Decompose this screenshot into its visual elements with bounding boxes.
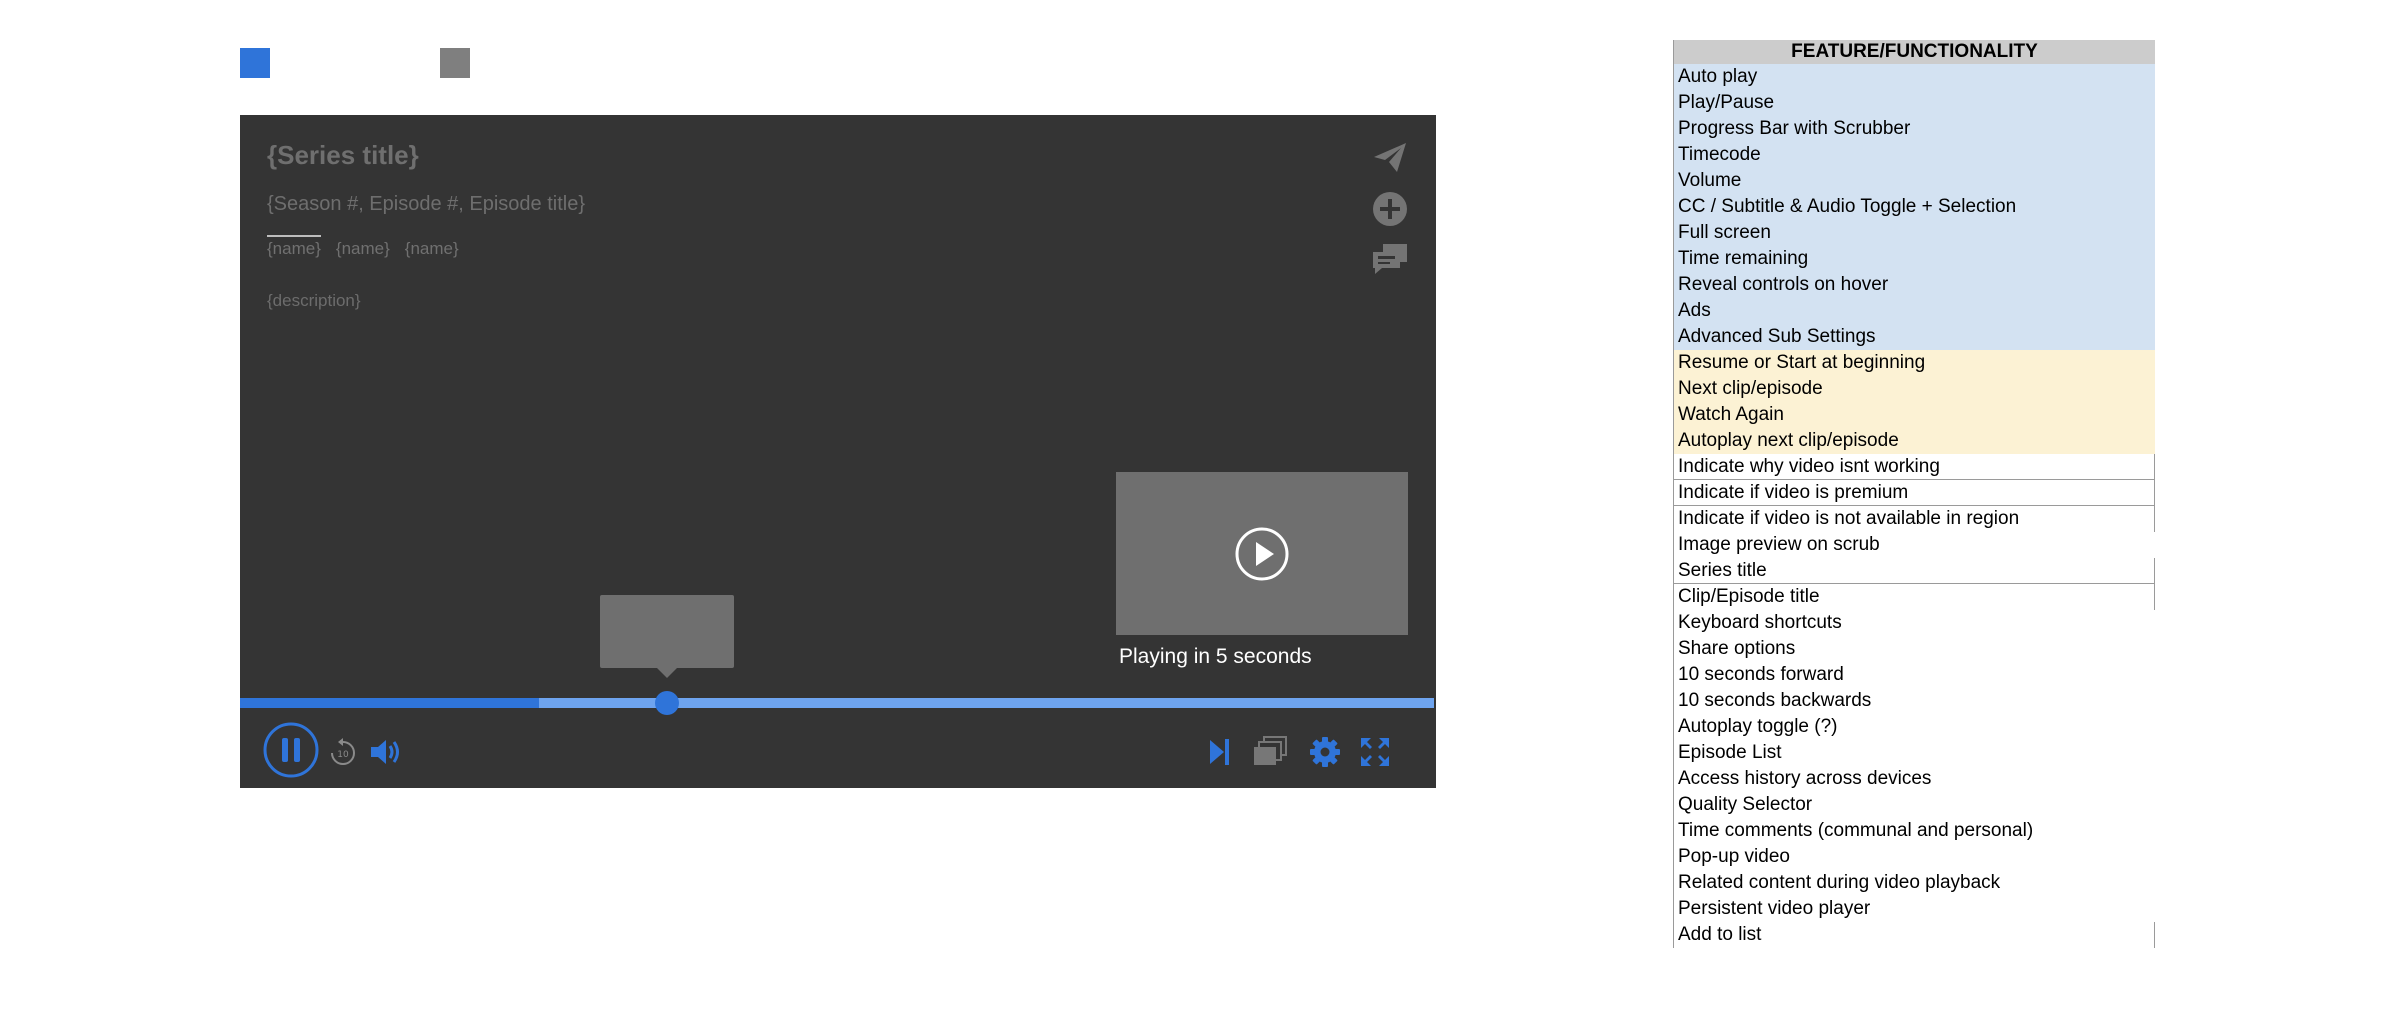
feature-table-header: FEATURE/FUNCTIONALITY	[1674, 40, 2155, 64]
feature-row: Progress Bar with Scrubber	[1674, 116, 2155, 142]
feature-table: FEATURE/FUNCTIONALITY Auto play Play/Paus…	[1673, 40, 2155, 948]
episode-list-icon[interactable]	[1252, 735, 1288, 767]
feature-row: 10 seconds backwards	[1674, 688, 2155, 714]
feature-row: Indicate if video is premium	[1674, 480, 2155, 506]
video-player[interactable]: {Series title} {Season #, Episode #, Epi…	[240, 115, 1436, 788]
scrubber-handle[interactable]	[655, 691, 680, 715]
pause-button[interactable]	[262, 721, 320, 779]
scrub-image-preview	[600, 595, 734, 678]
gray-color-swatch	[440, 48, 470, 78]
feature-row: 10 seconds forward	[1674, 662, 2155, 688]
name-tabs: {name} {name} {name}	[267, 235, 459, 261]
blue-color-swatch	[240, 48, 270, 78]
feature-row: Persistent video player	[1674, 896, 2155, 922]
feature-row: Autoplay next clip/episode	[1674, 428, 2155, 454]
feature-row: Pop-up video	[1674, 844, 2155, 870]
feature-row: Reveal controls on hover	[1674, 272, 2155, 298]
feature-row: Keyboard shortcuts	[1674, 610, 2155, 636]
feature-row: Indicate if video is not available in re…	[1674, 506, 2155, 532]
feature-row: Ads	[1674, 298, 2155, 324]
feature-row: Advanced Sub Settings	[1674, 324, 2155, 350]
add-icon[interactable]	[1370, 189, 1410, 229]
series-title: {Series title}	[267, 140, 419, 170]
name-tab[interactable]: {name}	[336, 239, 390, 261]
next-episode-icon[interactable]	[1206, 736, 1232, 768]
rewind-10-icon[interactable]: 10	[326, 736, 360, 770]
feature-row: Resume or Start at beginning	[1674, 350, 2155, 376]
name-tab[interactable]: {name}	[267, 235, 321, 261]
feature-row: Autoplay toggle (?)	[1674, 714, 2155, 740]
feature-row: Full screen	[1674, 220, 2155, 246]
name-tab[interactable]: {name}	[405, 239, 459, 261]
feature-row: Volume	[1674, 168, 2155, 194]
episode-title: {Season #, Episode #, Episode title}	[267, 193, 586, 215]
feature-row: Related content during video playback	[1674, 870, 2155, 896]
volume-icon[interactable]	[368, 735, 404, 769]
feature-row: Auto play	[1674, 64, 2155, 90]
up-next-thumbnail[interactable]	[1116, 472, 1408, 635]
feature-row: Image preview on scrub	[1674, 532, 2155, 558]
feature-row: Share options	[1674, 636, 2155, 662]
feature-row: Watch Again	[1674, 402, 2155, 428]
play-icon[interactable]	[1234, 526, 1290, 582]
episode-description: {description}	[267, 291, 361, 310]
feature-row: Timecode	[1674, 142, 2155, 168]
progress-played	[240, 698, 539, 708]
feature-row: Next clip/episode	[1674, 376, 2155, 402]
feature-row: Access history across devices	[1674, 766, 2155, 792]
feature-row: Add to list	[1674, 922, 2155, 948]
share-icon[interactable]	[1370, 137, 1410, 177]
feature-row: Episode List	[1674, 740, 2155, 766]
feature-row: Clip/Episode title	[1674, 584, 2155, 610]
feature-row: Indicate why video isnt working	[1674, 454, 2155, 480]
feature-row: Play/Pause	[1674, 90, 2155, 116]
feature-row: Time comments (communal and personal)	[1674, 818, 2155, 844]
up-next-countdown: Playing in 5 seconds	[1119, 645, 1312, 668]
feature-row: Quality Selector	[1674, 792, 2155, 818]
gear-icon[interactable]	[1308, 735, 1342, 769]
progress-bar[interactable]	[240, 691, 1434, 715]
feature-row: CC / Subtitle & Audio Toggle + Selection	[1674, 194, 2155, 220]
feature-row: Series title	[1674, 558, 2155, 584]
svg-text:10: 10	[337, 750, 349, 760]
comments-icon[interactable]	[1370, 240, 1410, 280]
feature-row: Time remaining	[1674, 246, 2155, 272]
fullscreen-icon[interactable]	[1359, 736, 1391, 768]
